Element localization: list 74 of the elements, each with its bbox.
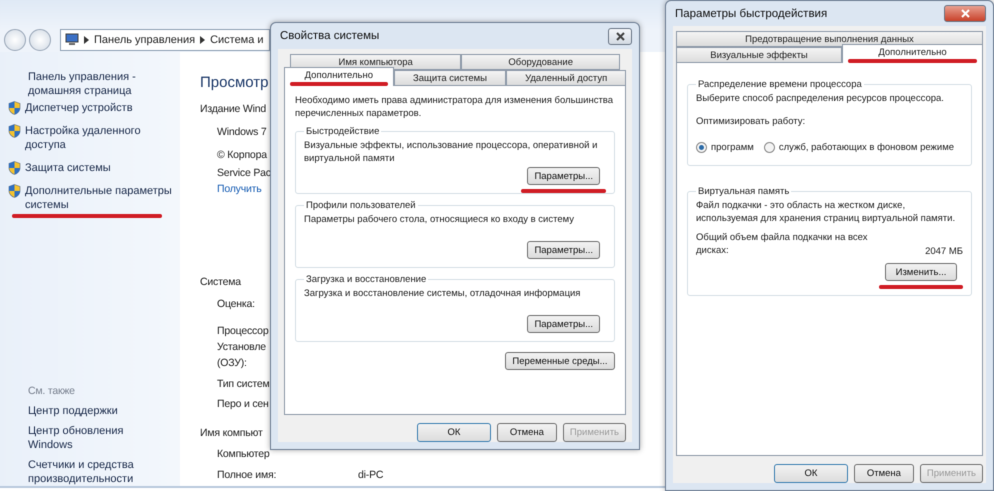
settings-button[interactable]: Параметры... (527, 315, 600, 333)
shield-icon (8, 161, 21, 175)
group-title: Виртуальная память (697, 186, 790, 197)
section-heading: Издание Wind (200, 102, 266, 116)
breadcrumb-arrow-icon (200, 36, 206, 44)
breadcrumb[interactable]: Панель управления (94, 34, 196, 46)
shield-icon (8, 101, 21, 115)
shield-icon (8, 124, 21, 138)
radio-label: программ (711, 142, 754, 153)
group-title: Профили пользователей (305, 200, 417, 211)
group-description: Визуальные эффекты, использование процессора, оперативной и виртуальной памяти (304, 139, 598, 166)
tab[interactable]: Предотвращение выполнения данных (676, 31, 983, 47)
close-button[interactable] (608, 28, 632, 44)
address-bar[interactable]: Панель управления Система и (60, 28, 270, 50)
settings-button[interactable]: Параметры... (527, 241, 600, 259)
group-title: Распределение времени процессора (697, 79, 863, 90)
field-label: Тип систем (217, 377, 270, 391)
group-description: Загрузка и восстановление системы, отладочная информация (304, 287, 582, 301)
home-link[interactable]: Панель управления - домашняя страница (28, 70, 168, 98)
field-label: (ОЗУ): (217, 356, 247, 370)
group-title: Быстродействие (305, 126, 380, 137)
dialog-button[interactable]: ОК (774, 464, 848, 483)
sidebar-link[interactable]: Счетчики и средства производительности (28, 458, 168, 486)
window-title: Свойства системы (280, 30, 380, 42)
radio-button[interactable] (764, 142, 775, 153)
close-icon (960, 9, 970, 18)
see-also-heading: См. также (28, 384, 76, 398)
field-label: Компьютер (217, 447, 271, 461)
info-text: Service Pac (217, 166, 271, 180)
info-text: Windows 7 (217, 125, 267, 139)
group-description: Выберите способ распределения ресурсов процессора. (696, 92, 945, 105)
page-heading: Просмотр (200, 76, 269, 90)
sidebar-link[interactable]: Защита системы (25, 161, 111, 175)
computer-icon (65, 33, 79, 46)
optimize-label: Оптимизировать работу: (696, 115, 806, 128)
settings-button[interactable]: Изменить... (885, 263, 957, 281)
tab[interactable]: Оборудование (461, 54, 620, 70)
tab[interactable]: Защита системы (394, 70, 506, 86)
dialog-button[interactable]: Отмена (854, 464, 914, 483)
environment-variables-button[interactable]: Переменные среды... (505, 352, 615, 370)
sidebar-link[interactable]: Центр обновления Windows (28, 424, 168, 452)
close-button[interactable] (944, 5, 986, 22)
shield-icon (8, 184, 21, 198)
link[interactable]: Получить (217, 182, 262, 196)
radio-option[interactable]: программ (696, 142, 754, 153)
group-description: Файл подкачки - это область на жестком диске, используемая для хранения страниц виртуальной памяти. (696, 199, 956, 225)
breadcrumb-arrow-icon (84, 36, 89, 44)
info-text: © Корпора (217, 148, 267, 162)
breadcrumb[interactable]: Система и (210, 34, 264, 46)
settings-button[interactable]: Параметры... (527, 167, 600, 185)
sidebar-link[interactable]: Центр поддержки (28, 404, 168, 418)
tab[interactable]: Визуальные эффекты (676, 47, 842, 63)
section-heading: Имя компьют (200, 426, 263, 440)
group-description: Параметры рабочего стола, относящиеся ко входу в систему (304, 213, 576, 227)
sidebar-link[interactable]: Диспетчер устройств (25, 101, 133, 115)
sidebar-link[interactable]: Дополнительные параметры системы (25, 184, 180, 212)
field-label: Оценка: (217, 297, 255, 311)
group-title: Загрузка и восстановление (305, 274, 428, 285)
close-icon (616, 32, 624, 40)
total-value: 2047 МБ (925, 246, 963, 257)
sidebar-link[interactable]: Настройка удаленного доступа (25, 124, 180, 152)
field-label: Полное имя: (217, 468, 278, 482)
field-label: Перо и сен (217, 397, 269, 411)
section-heading: Система (200, 275, 241, 289)
field-label: Процессор (217, 324, 268, 338)
dialog-button[interactable]: Отмена (496, 423, 557, 442)
radio-button[interactable] (696, 142, 707, 153)
tab[interactable]: Удаленный доступ (506, 70, 626, 86)
window-title: Параметры быстродействия (675, 8, 828, 20)
dialog-button[interactable]: ОК (416, 423, 491, 442)
field-value: di-PC (358, 468, 384, 482)
notice-text: Необходимо иметь права администратора для изменения большинства перечисленных параметров. (295, 94, 614, 120)
total-label: Общий объем файла подкачки на всех дисках: (696, 231, 869, 257)
field-label: Установле (217, 340, 266, 354)
